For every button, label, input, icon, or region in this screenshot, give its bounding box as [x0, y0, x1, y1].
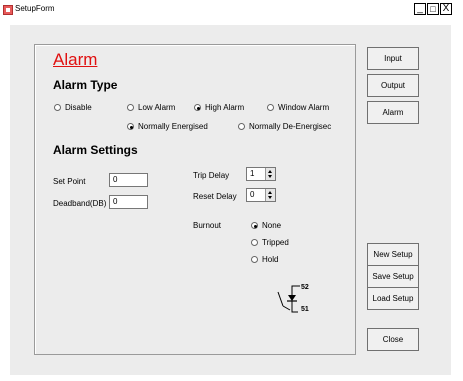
title-bar: SetupForm _ □ X	[0, 0, 463, 25]
radio-high-alarm[interactable]: High Alarm	[194, 103, 244, 112]
radio-normally-energised[interactable]: Normally Energised	[127, 122, 208, 131]
burnout-label: Burnout	[193, 221, 222, 230]
close-button[interactable]: Close	[367, 328, 419, 351]
radio-burnout-tripped[interactable]: Tripped	[251, 238, 289, 247]
new-setup-button[interactable]: New Setup	[367, 243, 419, 266]
minimize-button[interactable]: _	[414, 3, 426, 15]
alarm-heading: Alarm	[53, 50, 98, 69]
reset-delay-spinner[interactable]: 0	[246, 188, 276, 202]
input-button[interactable]: Input	[367, 47, 419, 70]
spin-up-icon	[268, 170, 272, 173]
reset-delay-label: Reset Delay	[193, 192, 237, 201]
radio-indicator	[127, 123, 134, 130]
trip-delay-spinner[interactable]: 1	[246, 167, 276, 181]
radio-disable[interactable]: Disable	[54, 103, 92, 112]
deadband-input[interactable]: 0	[109, 195, 148, 209]
radio-normally-de-energised[interactable]: Normally De-Energisec	[238, 122, 331, 131]
trip-delay-label: Trip Delay	[193, 171, 230, 180]
radio-indicator	[54, 104, 61, 111]
app-icon	[3, 5, 13, 15]
radio-indicator	[251, 222, 258, 229]
reset-delay-value: 0	[250, 190, 255, 199]
alarm-type-heading: Alarm Type	[53, 78, 118, 92]
radio-burnout-none[interactable]: None	[251, 221, 281, 230]
radio-indicator	[251, 256, 258, 263]
alarm-button[interactable]: Alarm	[367, 101, 419, 124]
radio-label: High Alarm	[205, 103, 245, 112]
radio-label: Disable	[65, 103, 92, 112]
radio-label: Normally Energised	[138, 122, 208, 131]
radio-label: Low Alarm	[138, 103, 176, 112]
radio-label: Tripped	[262, 238, 289, 247]
spin-down-icon	[268, 196, 272, 199]
save-setup-button[interactable]: Save Setup	[367, 265, 419, 288]
radio-label: None	[262, 221, 282, 230]
close-window-button[interactable]: X	[440, 3, 452, 15]
pin-52-label: 52	[301, 284, 309, 291]
spinner-arrows[interactable]	[265, 189, 275, 201]
trip-delay-value: 1	[250, 169, 255, 178]
spinner-arrows[interactable]	[265, 168, 275, 180]
radio-window-alarm[interactable]: Window Alarm	[267, 103, 329, 112]
set-point-input[interactable]: 0	[109, 173, 148, 187]
deadband-label: Deadband(DB)	[53, 199, 107, 208]
maximize-button[interactable]: □	[427, 3, 439, 15]
relay-diagram-icon	[277, 285, 300, 313]
pin-51-label: 51	[301, 306, 309, 313]
set-point-label: Set Point	[53, 177, 86, 186]
radio-label: Hold	[262, 255, 279, 264]
output-button[interactable]: Output	[367, 74, 419, 97]
spin-up-icon	[268, 191, 272, 194]
radio-label: Window Alarm	[278, 103, 330, 112]
radio-label: Normally De-Energisec	[249, 122, 332, 131]
radio-indicator	[127, 104, 134, 111]
window-title: SetupForm	[15, 4, 55, 13]
radio-indicator	[267, 104, 274, 111]
load-setup-button[interactable]: Load Setup	[367, 287, 419, 310]
radio-indicator	[194, 104, 201, 111]
radio-low-alarm[interactable]: Low Alarm	[127, 103, 175, 112]
radio-indicator	[238, 123, 245, 130]
radio-indicator	[251, 239, 258, 246]
spin-down-icon	[268, 175, 272, 178]
radio-burnout-hold[interactable]: Hold	[251, 255, 278, 264]
alarm-settings-heading: Alarm Settings	[53, 143, 138, 157]
